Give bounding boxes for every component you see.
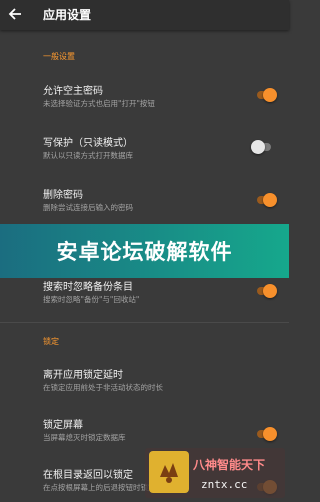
setting-row-delete-password[interactable]: 删除密码 删除尝试连接后输入的密码 xyxy=(0,184,289,220)
toggle-switch[interactable] xyxy=(255,193,277,207)
page-title: 应用设置 xyxy=(43,8,92,22)
setting-title: 删除密码 xyxy=(43,190,83,201)
divider xyxy=(0,322,289,323)
watermark-url: zntx.cc xyxy=(201,478,248,491)
app-bar: 应用设置 xyxy=(0,0,289,30)
setting-row-lock-screen[interactable]: 锁定屏幕 当屏幕熄灭时锁定数据库 xyxy=(0,414,289,450)
banner-text: 安卓论坛破解软件 xyxy=(56,240,233,264)
toggle-switch[interactable] xyxy=(255,427,277,441)
setting-title: 锁定屏幕 xyxy=(43,420,83,431)
toggle-switch[interactable] xyxy=(255,284,277,298)
setting-subtitle: 删除尝试连接后输入的密码 xyxy=(43,203,133,212)
setting-title: 离开应用锁定延时 xyxy=(43,370,123,381)
section-header-lock: 锁定 xyxy=(43,337,59,346)
section-header-general: 一般设置 xyxy=(43,52,75,61)
setting-title: 在根目录返回以锁定 xyxy=(43,470,133,481)
setting-row-empty-master-password[interactable]: 允许空主密码 未选择验证方式也启用"打开"按钮 xyxy=(0,78,289,114)
watermark: 八神智能天下 zntx.cc xyxy=(145,448,285,498)
watermark-logo-icon xyxy=(149,451,189,493)
setting-subtitle: 搜索时忽略"备份"与"回收站" xyxy=(43,295,140,304)
setting-title: 写保护（只读模式） xyxy=(43,138,133,149)
toggle-switch[interactable] xyxy=(255,88,277,102)
overlay-banner: 安卓论坛破解软件 xyxy=(0,224,289,278)
setting-title: 允许空主密码 xyxy=(43,86,103,97)
setting-row-ignore-backup[interactable]: 搜索时忽略备份条目 搜索时忽略"备份"与"回收站" xyxy=(0,276,289,312)
setting-subtitle: 默认以只读方式打开数据库 xyxy=(43,151,133,160)
setting-row-lock-timeout[interactable]: 离开应用锁定延时 在锁定应用前处于非活动状态的时长 xyxy=(0,364,289,398)
setting-subtitle: 在锁定应用前处于非活动状态的时长 xyxy=(43,383,163,392)
setting-subtitle: 当屏幕熄灭时锁定数据库 xyxy=(43,433,126,442)
setting-subtitle: 未选择验证方式也启用"打开"按钮 xyxy=(43,99,155,108)
setting-title: 搜索时忽略备份条目 xyxy=(43,282,133,293)
setting-row-write-protect[interactable]: 写保护（只读模式） 默认以只读方式打开数据库 xyxy=(0,132,289,168)
watermark-name: 八神智能天下 xyxy=(193,458,266,472)
toggle-switch[interactable] xyxy=(251,140,273,154)
back-arrow-icon[interactable] xyxy=(4,3,26,25)
